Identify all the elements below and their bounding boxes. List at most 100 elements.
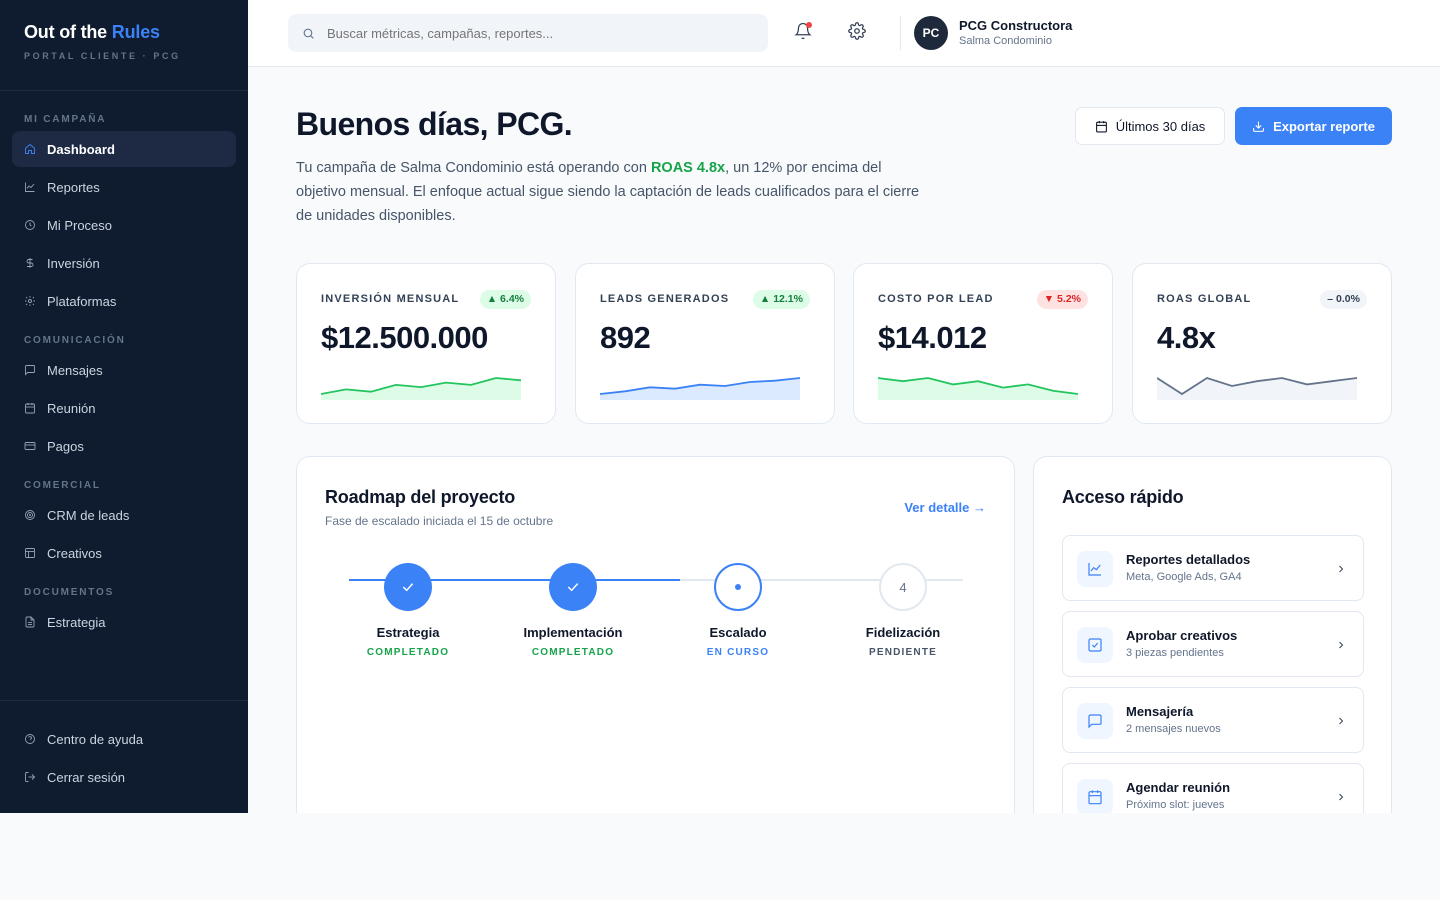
quick-access-item-title: Agendar reunión	[1126, 780, 1231, 795]
sidebar-item-pagos[interactable]: Pagos	[12, 428, 236, 464]
search-bar[interactable]	[288, 14, 768, 52]
quick-access-mensajeria[interactable]: Mensajería 2 mensajes nuevos	[1062, 687, 1364, 753]
brand-subtitle: PORTAL CLIENTE · PCG	[24, 51, 181, 61]
quick-access-title: Acceso rápido	[1062, 487, 1184, 507]
kpi-trend-badge: ▲ 6.4%	[479, 290, 531, 309]
settings-button[interactable]	[848, 22, 868, 42]
date-range-button[interactable]: Últimos 30 días	[1075, 107, 1225, 145]
quick-access-item-subtitle: Meta, Google Ads, GA4	[1126, 571, 1242, 583]
image-icon	[24, 547, 36, 559]
search-icon	[303, 28, 314, 39]
step-number: 4	[899, 579, 907, 595]
kpi-sparkline	[321, 377, 521, 400]
nav-section-heading: MI CAMPAÑA	[24, 114, 107, 125]
kpi-sparkline	[600, 377, 800, 400]
roadmap-title: Roadmap del proyecto	[325, 487, 516, 507]
clock-icon	[24, 219, 36, 231]
chevron-right-icon	[1335, 562, 1347, 574]
roadmap-step-status: PENDIENTE	[868, 647, 938, 658]
sidebar-bottom: Centro de ayuda Cerrar sesión	[0, 700, 248, 797]
sidebar-item-dashboard[interactable]: Dashboard	[12, 131, 236, 167]
chart-line-icon	[24, 181, 36, 193]
topbar: PC PCG Constructora Salma Condominio	[248, 0, 1440, 67]
quick-access-card: Acceso rápido Reportes detallados Meta, G…	[1033, 456, 1392, 813]
check-icon	[402, 583, 414, 592]
brand-title-accent: Rules	[111, 22, 160, 42]
logout-icon	[24, 771, 36, 783]
quick-access-reportes-detallados[interactable]: Reportes detallados Meta, Google Ads, GA4	[1062, 535, 1364, 601]
app-frame: Out of the Rules PORTAL CLIENTE · PCG MI…	[0, 0, 1440, 813]
dollar-icon	[24, 257, 36, 269]
kpi-trend-badge: ▼ 5.2%	[1036, 290, 1088, 309]
sidebar-item-centro-de-ayuda[interactable]: Centro de ayuda	[12, 721, 236, 757]
quick-access-item-subtitle: 2 mensajes nuevos	[1126, 723, 1221, 735]
roadmap-step-fidelizacion-marker[interactable]: 4	[879, 563, 927, 611]
sidebar-item-reunion[interactable]: Reunión	[12, 390, 236, 426]
help-icon	[24, 733, 36, 745]
roadmap-step-name: Fidelización	[865, 625, 941, 640]
sidebar-item-reportes[interactable]: Reportes	[12, 169, 236, 205]
sidebar-item-mensajes[interactable]: Mensajes	[12, 352, 236, 388]
brand-logo[interactable]: Out of the Rules	[24, 22, 224, 43]
page-title: Buenos días, PCG.	[296, 106, 573, 142]
target-icon	[24, 509, 36, 521]
quick-access-item-subtitle: 3 piezas pendientes	[1126, 647, 1224, 659]
kpi-sparkline	[878, 377, 1078, 400]
sidebar-item-label: Mi Proceso	[47, 217, 113, 233]
roadmap-step-status: COMPLETADO	[531, 647, 615, 658]
kpi-card-roas-global[interactable]: ROAS GLOBAL – 0.0% 4.8x	[1132, 263, 1392, 424]
roadmap-step-implementacion-marker[interactable]	[549, 563, 597, 611]
sidebar-item-label: CRM de leads	[47, 507, 130, 523]
kpi-value: 892	[600, 320, 651, 355]
intro-text-start: Tu campaña de Salma Condominio está oper…	[296, 160, 651, 176]
roadmap-step-escalado-marker[interactable]	[714, 563, 762, 611]
chevron-right-icon	[1335, 714, 1347, 726]
kpi-label: COSTO POR LEAD	[878, 293, 994, 305]
nav-section-mi-campana: MI CAMPAÑA Dashboard Reportes Mi Proceso Inv…	[0, 91, 248, 319]
sidebar-nav: MI CAMPAÑA Dashboard Reportes Mi Proceso Inv…	[0, 91, 248, 640]
kpi-card-inversion-mensual[interactable]: INVERSIÓN MENSUAL ▲ 6.4% $12.500.000	[296, 263, 556, 424]
notifications-button[interactable]	[794, 22, 814, 42]
nav-section-documentos: DOCUMENTOS Estrategia	[0, 573, 248, 640]
quick-access-agendar-reunion[interactable]: Agendar reunión Próximo slot: jueves	[1062, 763, 1364, 813]
sidebar-item-label: Mensajes	[47, 362, 103, 378]
quick-access-aprobar-creativos[interactable]: Aprobar creativos 3 piezas pendientes	[1062, 611, 1364, 677]
sidebar-item-inversion[interactable]: Inversión	[12, 245, 236, 281]
roadmap-step-status: EN CURSO	[706, 647, 770, 658]
sidebar-item-crm-de-leads[interactable]: CRM de leads	[12, 497, 236, 533]
gear-icon	[848, 22, 866, 40]
kpi-card-costo-por-lead[interactable]: COSTO POR LEAD ▼ 5.2% $14.012	[853, 263, 1113, 424]
export-report-button[interactable]: Exportar reporte	[1235, 107, 1392, 145]
sidebar-item-label: Cerrar sesión	[47, 769, 126, 785]
sidebar-item-label: Dashboard	[47, 141, 115, 157]
export-report-label: Exportar reporte	[1273, 118, 1375, 134]
download-icon	[1253, 121, 1264, 132]
quick-access-item-title: Mensajería	[1126, 704, 1194, 719]
nav-section-comunicacion: COMUNICACIÓN Mensajes Reunión Pagos	[0, 321, 248, 464]
roadmap-step-name: Estrategia	[376, 625, 440, 640]
kpi-card-leads-generados[interactable]: LEADS GENERADOS ▲ 12.1% 892	[575, 263, 835, 424]
check-square-icon	[1077, 627, 1113, 663]
intro-text: Tu campaña de Salma Condominio está oper…	[296, 156, 926, 228]
sidebar-item-creativos[interactable]: Creativos	[12, 535, 236, 571]
message-icon	[24, 364, 36, 376]
chart-line-icon	[1077, 551, 1113, 587]
user-project: Salma Condominio	[959, 35, 1052, 47]
roadmap-subtitle: Fase de escalado iniciada el 15 de octub…	[325, 514, 554, 528]
calendar-icon	[1077, 779, 1113, 813]
avatar[interactable]: PC	[914, 16, 948, 50]
sidebar-item-cerrar-sesion[interactable]: Cerrar sesión	[12, 759, 236, 795]
credit-card-icon	[24, 440, 36, 452]
roadmap-step-name: Escalado	[709, 625, 767, 640]
current-step-dot	[735, 584, 741, 590]
roadmap-step-estrategia-marker[interactable]	[384, 563, 432, 611]
search-input[interactable]	[327, 25, 747, 41]
sidebar-item-estrategia[interactable]: Estrategia	[12, 604, 236, 640]
sidebar-item-mi-proceso[interactable]: Mi Proceso	[12, 207, 236, 243]
calendar-icon	[24, 402, 36, 414]
sidebar-item-plataformas[interactable]: Plataformas	[12, 283, 236, 319]
quick-access-item-title: Reportes detallados	[1126, 552, 1251, 567]
notification-dot	[806, 22, 812, 28]
view-detail-link[interactable]: Ver detalle →	[904, 500, 986, 515]
quick-access-item-subtitle: Próximo slot: jueves	[1126, 799, 1225, 811]
